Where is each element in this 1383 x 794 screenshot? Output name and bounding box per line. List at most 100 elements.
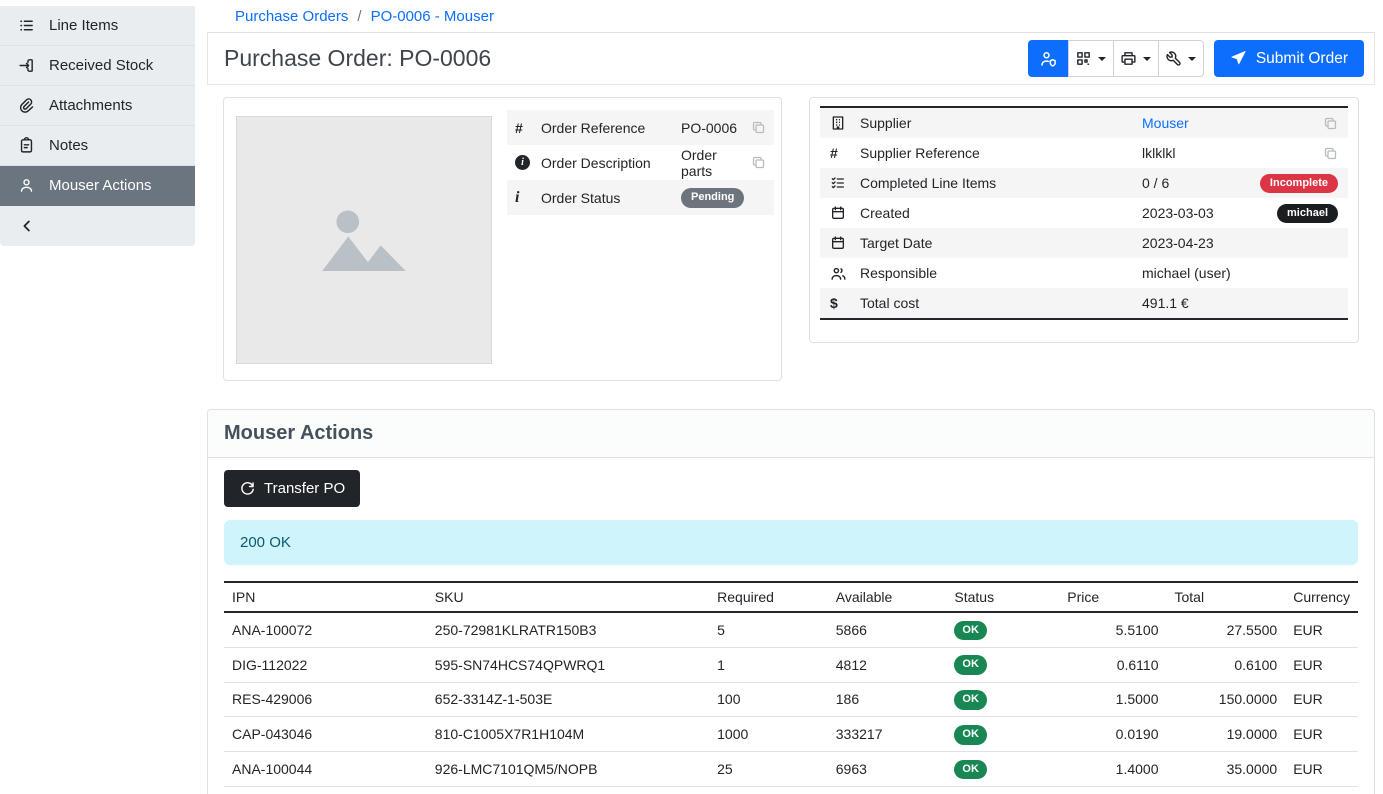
supplier-details-table: Supplier Mouser # Supplier Reference lkl… xyxy=(820,106,1348,320)
sidebar-item-attachments[interactable]: Attachments xyxy=(0,86,195,126)
cell-currency: EUR xyxy=(1285,717,1358,752)
order-actions-button[interactable] xyxy=(1158,40,1204,77)
detail-row-supplier-reference: # Supplier Reference lklklkl xyxy=(820,138,1348,168)
cell-currency: EUR xyxy=(1285,682,1358,717)
badge-cell: michael xyxy=(1277,203,1338,224)
ok-badge: OK xyxy=(954,725,987,745)
sidebar-item-received-stock[interactable]: Received Stock xyxy=(0,46,195,86)
cell-status: OK xyxy=(946,682,1059,717)
copy-icon[interactable] xyxy=(751,155,766,170)
part-image-placeholder[interactable] xyxy=(236,116,492,364)
cell-total: 150.0000 xyxy=(1167,682,1286,717)
cell-required: 1 xyxy=(709,647,828,682)
breadcrumb-link-purchase-orders[interactable]: Purchase Orders xyxy=(235,8,348,25)
app-window: Line Items Received Stock Attachments No… xyxy=(0,0,1383,794)
ok-badge: OK xyxy=(954,621,987,641)
info-circle-icon: i xyxy=(515,155,541,170)
detail-label: Responsible xyxy=(860,265,1142,281)
copy-icon[interactable] xyxy=(1323,146,1338,161)
transfer-po-label: Transfer PO xyxy=(264,480,345,497)
cell-ipn: DIG-112022 xyxy=(224,647,427,682)
cell-price: 1.4000 xyxy=(1059,752,1166,787)
detail-label: Created xyxy=(860,205,1142,221)
sidebar-item-label: Notes xyxy=(49,137,88,154)
status-alert: 200 OK xyxy=(224,520,1358,565)
detail-value: 2023-03-03 xyxy=(1142,205,1277,221)
building-icon xyxy=(830,115,860,131)
cell-ipn: CAP-043046 xyxy=(224,717,427,752)
column-header-total[interactable]: Total xyxy=(1167,582,1286,612)
column-header-sku[interactable]: SKU xyxy=(427,582,709,612)
detail-value: Order parts xyxy=(681,147,744,179)
dollar-icon: $ xyxy=(830,295,860,311)
cell-status: OK xyxy=(946,786,1059,794)
parts-table-header: IPN SKU Required Available Status Price … xyxy=(224,582,1358,612)
column-header-price[interactable]: Price xyxy=(1059,582,1166,612)
order-details-table: # Order Reference PO-0006 i Order Descri… xyxy=(507,110,774,215)
submit-order-label: Submit Order xyxy=(1256,50,1348,68)
sidebar-item-mouser-actions[interactable]: Mouser Actions xyxy=(0,166,195,206)
detail-label: Order Status xyxy=(541,190,681,206)
detail-value: michael (user) xyxy=(1142,265,1338,281)
breadcrumb-link-po[interactable]: PO-0006 - Mouser xyxy=(371,8,494,25)
column-header-currency[interactable]: Currency xyxy=(1285,582,1358,612)
cell-available: 4812 xyxy=(828,647,947,682)
sidebar-item-notes[interactable]: Notes xyxy=(0,126,195,166)
page-title: Purchase Order: PO-0006 xyxy=(224,45,491,72)
detail-label: Total cost xyxy=(860,295,1142,311)
incomplete-badge: Incomplete xyxy=(1260,174,1338,194)
cell-currency: EUR xyxy=(1285,647,1358,682)
cell-required: 47 xyxy=(709,786,828,794)
ok-badge: OK xyxy=(954,690,987,710)
column-header-required[interactable]: Required xyxy=(709,582,828,612)
sidebar-item-label: Received Stock xyxy=(49,57,153,74)
sidebar-item-line-items[interactable]: Line Items xyxy=(0,6,195,46)
detail-value: lklklkl xyxy=(1142,145,1323,161)
cell-sku: 250-72981KLRATR150B3 xyxy=(427,612,709,647)
column-header-ipn[interactable]: IPN xyxy=(224,582,427,612)
tools-icon xyxy=(1165,50,1182,67)
sidebar-list: Line Items Received Stock Attachments No… xyxy=(0,6,195,246)
barcode-actions-button[interactable] xyxy=(1068,40,1114,77)
supplier-info-card: Supplier Mouser # Supplier Reference lkl… xyxy=(809,97,1359,343)
user-permissions-button[interactable] xyxy=(1028,40,1069,77)
sidebar-item-label: Attachments xyxy=(49,97,132,114)
cell-price: 0.0190 xyxy=(1059,717,1166,752)
column-header-status[interactable]: Status xyxy=(946,582,1059,612)
cell-available: 186 xyxy=(828,682,947,717)
sidebar: Line Items Received Stock Attachments No… xyxy=(0,0,195,794)
sidebar-collapse-button[interactable] xyxy=(0,206,195,246)
cell-sku: 810-C1005X7R1H104M xyxy=(427,717,709,752)
cell-status: OK xyxy=(946,647,1059,682)
supplier-link[interactable]: Mouser xyxy=(1142,115,1323,131)
cell-price: 0.6110 xyxy=(1059,647,1166,682)
cell-available: 47 xyxy=(828,786,947,794)
detail-label: Order Reference xyxy=(541,120,681,136)
calendar-icon xyxy=(830,205,860,221)
cell-status: OK xyxy=(946,752,1059,787)
panel-body: Transfer PO 200 OK IPN SKU Required Avai… xyxy=(208,458,1374,794)
qrcode-icon xyxy=(1075,50,1092,67)
sidebar-item-label: Mouser Actions xyxy=(49,177,152,194)
cell-currency: EUR xyxy=(1285,612,1358,647)
copy-icon[interactable] xyxy=(751,120,766,135)
info-icon: i xyxy=(515,189,541,207)
list-icon xyxy=(18,17,35,34)
submit-order-button[interactable]: Submit Order xyxy=(1214,40,1364,77)
cell-ipn: RES-429006 xyxy=(224,682,427,717)
cell-price: 1.5000 xyxy=(1059,682,1166,717)
cell-total: 27.5500 xyxy=(1167,612,1286,647)
table-row: ANA-100044 926-LMC7101QM5/NOPB 25 6963 O… xyxy=(224,752,1358,787)
calendar-icon xyxy=(830,235,860,251)
print-actions-button[interactable] xyxy=(1113,40,1159,77)
detail-row-order-reference: # Order Reference PO-0006 xyxy=(507,110,774,145)
detail-value: 2023-04-23 xyxy=(1142,235,1338,251)
caret-down-icon xyxy=(1143,57,1151,61)
table-row: ANA-100072 250-72981KLRATR150B3 5 5866 O… xyxy=(224,612,1358,647)
parts-table: IPN SKU Required Available Status Price … xyxy=(224,581,1358,794)
column-header-available[interactable]: Available xyxy=(828,582,947,612)
transfer-po-button[interactable]: Transfer PO xyxy=(224,470,360,507)
copy-icon[interactable] xyxy=(1323,116,1338,131)
cell-currency: EUR xyxy=(1285,786,1358,794)
hash-icon: # xyxy=(830,145,860,161)
